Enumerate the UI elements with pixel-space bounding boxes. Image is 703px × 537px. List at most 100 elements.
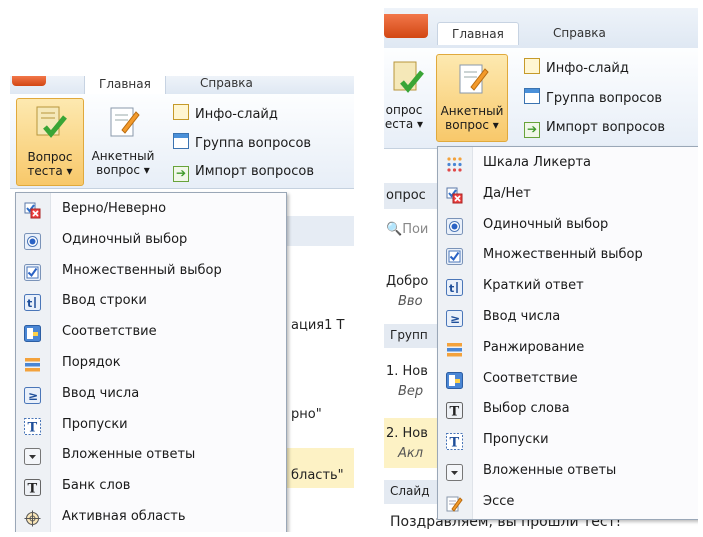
checkbox-icon: [446, 248, 463, 266]
ribbon-tab-bar: [10, 76, 354, 95]
svg-text:t: t: [449, 282, 454, 295]
app-menu-button[interactable]: [384, 14, 428, 38]
essay-icon: [446, 495, 463, 512]
survey-question-label-1: Анкетный: [440, 104, 504, 118]
svg-text:≥: ≥: [450, 312, 460, 326]
info-slide-button[interactable]: Инфо-слайд: [524, 58, 629, 78]
menu-item-matching[interactable]: Соответствие: [16, 318, 286, 348]
menu-item-sequence[interactable]: Порядок: [16, 349, 286, 379]
svg-text:T: T: [28, 420, 38, 435]
right-screenshot: Главная Справка опрос еста ▾ Анкетный во…: [384, 8, 698, 532]
menu-item-label: Вложенные ответы: [483, 463, 617, 478]
tab-help[interactable]: Справка: [186, 76, 267, 94]
menu-item-label: Ранжирование: [483, 339, 585, 355]
test-question-label-2: еста ▾: [384, 117, 424, 131]
menu-item-checkbox[interactable]: Множественный выбор: [16, 257, 286, 287]
menu-item-word-choice[interactable]: T Выбор слова: [438, 395, 698, 426]
menu-item-label: Да/Нет: [483, 185, 531, 201]
bg-text-9: Акл: [398, 446, 424, 461]
question-group-label: Группа вопросов: [195, 136, 312, 151]
survey-question-label-2: вопрос ▾: [96, 163, 150, 177]
bg-text-1: ация1 Т: [291, 318, 345, 333]
question-group-icon: [524, 88, 540, 104]
info-slide-label: Инфо-слайд: [195, 107, 278, 122]
import-questions-button[interactable]: ➔ Импорт вопросов: [524, 118, 665, 138]
menu-item-dropdown[interactable]: Вложенные ответы: [16, 441, 286, 471]
survey-question-button[interactable]: Анкетный вопрос ▾: [436, 54, 508, 142]
numeric-icon: ≥: [446, 310, 463, 327]
menu-item-label: Ввод числа: [483, 309, 561, 324]
import-questions-label: Импорт вопросов: [195, 164, 315, 179]
menu-item-dropdown[interactable]: Вложенные ответы: [438, 457, 698, 488]
test-question-icon: [36, 106, 67, 138]
numeric-icon: ≥: [24, 386, 41, 404]
menu-item-ranking[interactable]: Ранжирование: [438, 334, 698, 365]
menu-item-label: Краткий ответ: [483, 278, 584, 294]
bg-text-10: Слайд: [390, 484, 430, 498]
menu-item-label: Множественный выбор: [483, 247, 643, 263]
bg-text-5: Групп: [390, 328, 428, 342]
question-group-label: Группа вопросов: [546, 91, 663, 106]
menu-item-label: Одиночный выбор: [483, 216, 609, 232]
menu-item-likert[interactable]: Шкала Ликерта: [438, 149, 698, 180]
menu-item-text-entry[interactable]: t Ввод строки: [16, 287, 286, 317]
left-screenshot: Главная Справка Вопрос теста ▾ Анкетный …: [10, 76, 354, 532]
test-question-icon: [393, 61, 424, 93]
test-question-button[interactable]: опрос еста ▾: [384, 54, 430, 140]
app-menu-button[interactable]: [12, 76, 46, 86]
svg-text:T: T: [450, 405, 460, 420]
hotspot-icon: [24, 510, 41, 527]
bg-text-8: 2. Нов: [386, 426, 428, 441]
menu-item-label: Ввод строки: [62, 293, 147, 309]
matching-icon: [446, 371, 463, 389]
import-questions-button[interactable]: ➔ Импорт вопросов: [173, 162, 314, 182]
test-question-button[interactable]: Вопрос теста ▾: [16, 98, 84, 186]
bg-text-7: Вер: [398, 384, 424, 399]
menu-item-label: Эссе: [483, 493, 515, 509]
menu-item-fill-blanks[interactable]: T Пропуски: [438, 426, 698, 457]
text-entry-icon: t: [24, 294, 41, 312]
question-group-button[interactable]: Группа вопросов: [524, 88, 662, 108]
search-icon: 🔍: [386, 222, 403, 237]
menu-item-hotspot[interactable]: Активная область: [16, 503, 286, 532]
menu-item-label: Шкала Ликерта: [483, 155, 591, 170]
dropdown-icon: [24, 448, 41, 466]
true-false-icon: [24, 202, 41, 219]
menu-item-numeric[interactable]: ≥ Ввод числа: [438, 303, 698, 334]
menu-item-short-answer[interactable]: t Краткий ответ: [438, 272, 698, 303]
menu-item-radio[interactable]: Одиночный выбор: [16, 226, 286, 256]
checkbox-icon: [24, 263, 41, 281]
menu-item-fill-blanks[interactable]: T Пропуски: [16, 411, 286, 441]
import-questions-label: Импорт вопросов: [546, 120, 666, 135]
tab-home[interactable]: Главная: [437, 22, 519, 45]
info-slide-button[interactable]: Инфо-слайд: [173, 104, 278, 124]
survey-question-icon: [459, 64, 489, 94]
menu-item-label: Выбор слова: [483, 401, 570, 417]
menu-item-yes-no[interactable]: Да/Нет: [438, 180, 698, 211]
menu-item-numeric[interactable]: ≥ Ввод числа: [16, 380, 286, 410]
bg-text-2: рно": [291, 407, 322, 422]
menu-item-checkbox[interactable]: Множественный выбор: [438, 241, 698, 272]
menu-item-essay[interactable]: Эссе: [438, 488, 698, 519]
tab-home[interactable]: Главная: [84, 76, 166, 95]
menu-item-word-bank[interactable]: T Банк слов: [16, 472, 286, 502]
question-group-icon: [173, 133, 189, 149]
test-question-label-1: опрос: [385, 103, 423, 117]
likert-icon: [446, 156, 463, 173]
survey-question-label-1: Анкетный: [91, 149, 155, 163]
test-question-label-1: Вопрос: [27, 150, 73, 164]
fill-blanks-icon: T: [24, 417, 41, 435]
short-answer-icon: t: [446, 279, 463, 297]
dropdown-icon: [446, 464, 463, 481]
question-group-button[interactable]: Группа вопросов: [173, 133, 311, 153]
menu-item-matching[interactable]: Соответствие: [438, 365, 698, 396]
bg-text-4: Вво: [398, 294, 423, 309]
sequence-icon: [24, 356, 41, 373]
menu-item-label: Множественный выбор: [62, 262, 222, 278]
menu-item-radio[interactable]: Одиночный выбор: [438, 211, 698, 242]
menu-item-true-false[interactable]: Верно/Неверно: [16, 195, 286, 225]
survey-question-button[interactable]: Анкетный вопрос ▾: [88, 98, 158, 184]
word-choice-icon: T: [446, 402, 463, 420]
radio-icon: [446, 217, 463, 235]
tab-help[interactable]: Справка: [539, 22, 620, 44]
